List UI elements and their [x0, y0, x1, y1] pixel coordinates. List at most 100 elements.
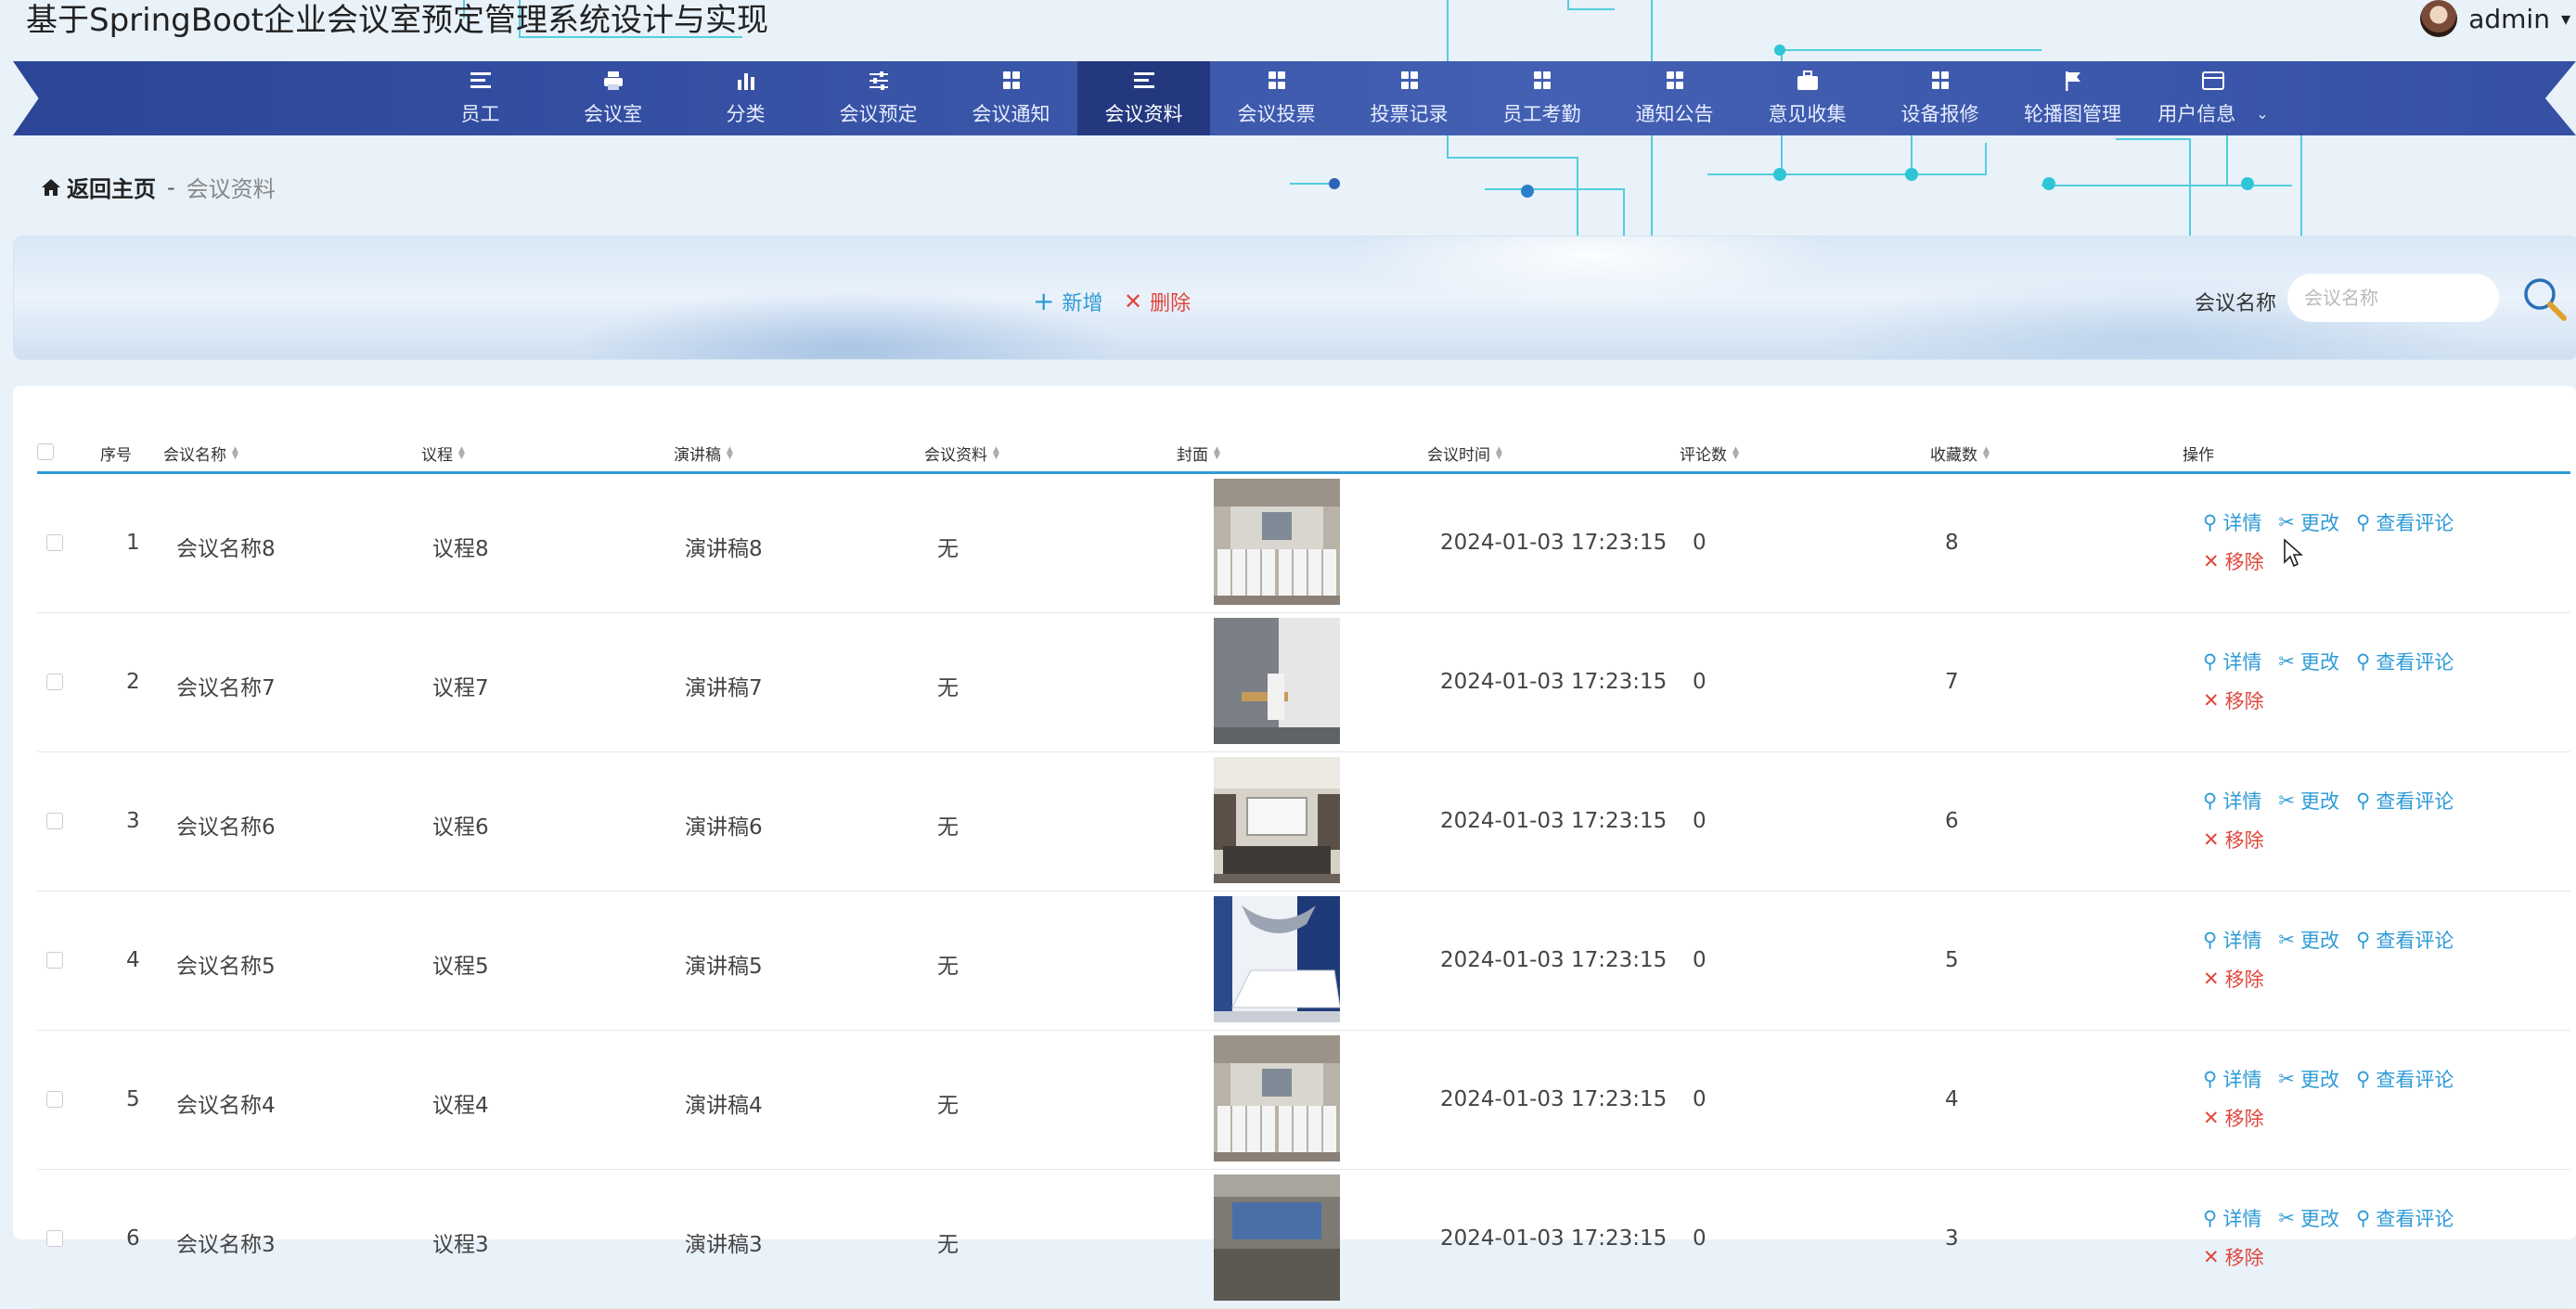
edit-button[interactable]: ✂ 更改	[2278, 926, 2339, 954]
table-row[interactable]: 2 会议名称7 议程7 演讲稿7 无 2024-01-03 17:23:15 0…	[37, 612, 2570, 752]
sort-icon[interactable]: ▲ ▼	[232, 445, 238, 460]
search-icon[interactable]	[2519, 274, 2570, 324]
remove-button[interactable]: ✕ 移除	[2203, 1243, 2264, 1271]
header-comments[interactable]: 评论数 ▲ ▼	[1680, 442, 1739, 465]
sort-icon[interactable]: ▲ ▼	[1983, 445, 1990, 460]
nav-item-label[interactable]: 会议投票	[1238, 99, 1316, 127]
row-checkbox[interactable]	[46, 813, 63, 829]
detail-button[interactable]: ⚲ 详情	[2203, 508, 2261, 536]
cover-image[interactable]	[1214, 618, 1340, 744]
avatar[interactable]	[2420, 0, 2458, 37]
row-checkbox[interactable]	[46, 952, 63, 969]
remove-button[interactable]: ✕ 移除	[2203, 547, 2264, 575]
edit-button[interactable]: ✂ 更改	[2278, 1065, 2339, 1093]
nav-item-label[interactable]: 意见收集	[1769, 99, 1847, 127]
nav-item-10[interactable]: 意见收集	[1741, 61, 1874, 135]
breadcrumb-home[interactable]: 返回主页	[41, 171, 156, 203]
sort-icon[interactable]: ▲ ▼	[1732, 445, 1739, 460]
nav-item-label[interactable]: 会议室	[584, 99, 642, 127]
edit-button[interactable]: ✂ 更改	[2278, 648, 2339, 675]
nav-item-11[interactable]: 设备报修	[1874, 61, 2006, 135]
table-row[interactable]: 5 会议名称4 议程4 演讲稿4 无 2024-01-03 17:23:15 0…	[37, 1030, 2570, 1170]
nav-item-label[interactable]: 员工考勤	[1503, 99, 1581, 127]
nav-item-label[interactable]: 用户信息	[2157, 99, 2235, 127]
cover-image[interactable]	[1214, 479, 1340, 605]
view-comments-button[interactable]: ⚲ 查看评论	[2356, 926, 2454, 954]
nav-item-label[interactable]: 通知公告	[1636, 99, 1714, 127]
view-comments-button[interactable]: ⚲ 查看评论	[2356, 787, 2454, 815]
nav-item-12[interactable]: 轮播图管理	[2006, 61, 2139, 135]
select-all-checkbox[interactable]	[37, 443, 54, 460]
delete-button-label[interactable]: 删除	[1150, 287, 1191, 316]
header-speech[interactable]: 演讲稿 ▲ ▼	[674, 442, 733, 465]
sort-icon[interactable]: ▲ ▼	[1214, 445, 1220, 460]
row-checkbox[interactable]	[46, 1230, 63, 1247]
chevron-down-icon[interactable]: ⌄	[2256, 105, 2268, 122]
cover-image[interactable]	[1214, 757, 1340, 883]
nav-item-5[interactable]: 会议资料	[1077, 61, 1210, 135]
header-agenda[interactable]: 议程 ▲ ▼	[421, 442, 465, 465]
remove-button[interactable]: ✕ 移除	[2203, 1104, 2264, 1132]
row-actions: ⚲ 详情 ✂ 更改 ⚲ 查看评论 ✕ 移除	[2203, 1204, 2470, 1271]
nav-item-label[interactable]: 分类	[727, 99, 766, 127]
user-name[interactable]: admin	[2468, 4, 2550, 34]
edit-button[interactable]: ✂ 更改	[2278, 508, 2339, 536]
view-comments-button[interactable]: ⚲ 查看评论	[2356, 508, 2454, 536]
nav-item-8[interactable]: 员工考勤	[1475, 61, 1608, 135]
detail-button[interactable]: ⚲ 详情	[2203, 1204, 2261, 1232]
remove-button[interactable]: ✕ 移除	[2203, 687, 2264, 714]
sort-icon[interactable]: ▲ ▼	[1496, 445, 1502, 460]
sort-icon[interactable]: ▲ ▼	[993, 445, 999, 460]
nav-item-3[interactable]: 会议预定	[812, 61, 945, 135]
table-row[interactable]: 4 会议名称5 议程5 演讲稿5 无 2024-01-03 17:23:15 0…	[37, 891, 2570, 1031]
cover-image[interactable]	[1214, 1035, 1340, 1161]
header-cover[interactable]: 封面 ▲ ▼	[1177, 442, 1220, 465]
nav-item-label[interactable]: 会议通知	[972, 99, 1050, 127]
row-checkbox[interactable]	[46, 1091, 63, 1108]
chevron-down-icon[interactable]: ▾	[2561, 7, 2570, 30]
breadcrumb-home-label[interactable]: 返回主页	[67, 171, 156, 203]
nav-item-0[interactable]: 员工	[414, 61, 547, 135]
header-name[interactable]: 会议名称 ▲ ▼	[163, 442, 238, 465]
row-checkbox[interactable]	[46, 674, 63, 690]
nav-item-4[interactable]: 会议通知	[945, 61, 1077, 135]
remove-button[interactable]: ✕ 移除	[2203, 965, 2264, 993]
user-menu[interactable]: admin ▾	[2420, 0, 2576, 37]
detail-button[interactable]: ⚲ 详情	[2203, 787, 2261, 815]
add-button[interactable]: + 新增	[1033, 287, 1102, 316]
row-checkbox[interactable]	[46, 534, 63, 551]
sort-icon[interactable]: ▲ ▼	[727, 445, 733, 460]
nav-item-1[interactable]: 会议室	[547, 61, 679, 135]
header-favorites[interactable]: 收藏数 ▲ ▼	[1930, 442, 1990, 465]
sort-icon[interactable]: ▲ ▼	[458, 445, 465, 460]
nav-item-13[interactable]: 用户信息 ⌄	[2139, 61, 2287, 135]
view-comments-button[interactable]: ⚲ 查看评论	[2356, 1204, 2454, 1232]
nav-item-6[interactable]: 会议投票	[1210, 61, 1343, 135]
cover-image[interactable]	[1214, 1174, 1340, 1301]
view-comments-button[interactable]: ⚲ 查看评论	[2356, 648, 2454, 675]
nav-item-label[interactable]: 会议预定	[840, 99, 918, 127]
edit-button[interactable]: ✂ 更改	[2278, 787, 2339, 815]
detail-button[interactable]: ⚲ 详情	[2203, 926, 2261, 954]
remove-button[interactable]: ✕ 移除	[2203, 826, 2264, 853]
table-row[interactable]: 1 会议名称8 议程8 演讲稿8 无 2024-01-03 17:23:15 0…	[37, 473, 2570, 613]
delete-button[interactable]: ✕ 删除	[1124, 287, 1191, 316]
nav-item-label[interactable]: 会议资料	[1105, 99, 1183, 127]
table-row[interactable]: 3 会议名称6 议程6 演讲稿6 无 2024-01-03 17:23:15 0…	[37, 751, 2570, 892]
nav-item-2[interactable]: 分类	[679, 61, 812, 135]
nav-item-label[interactable]: 员工	[461, 99, 500, 127]
cover-image[interactable]	[1214, 896, 1341, 1022]
header-material[interactable]: 会议资料 ▲ ▼	[924, 442, 999, 465]
nav-item-7[interactable]: 投票记录	[1343, 61, 1475, 135]
edit-button[interactable]: ✂ 更改	[2278, 1204, 2339, 1232]
add-button-label[interactable]: 新增	[1062, 287, 1102, 316]
nav-item-label[interactable]: 轮播图管理	[2024, 99, 2121, 127]
detail-button[interactable]: ⚲ 详情	[2203, 648, 2261, 675]
header-time[interactable]: 会议时间 ▲ ▼	[1427, 442, 1502, 465]
detail-button[interactable]: ⚲ 详情	[2203, 1065, 2261, 1093]
nav-item-label[interactable]: 设备报修	[1901, 99, 1979, 127]
view-comments-button[interactable]: ⚲ 查看评论	[2356, 1065, 2454, 1093]
search-input[interactable]	[2287, 274, 2499, 322]
nav-item-9[interactable]: 通知公告	[1608, 61, 1741, 135]
nav-item-label[interactable]: 投票记录	[1371, 99, 1449, 127]
